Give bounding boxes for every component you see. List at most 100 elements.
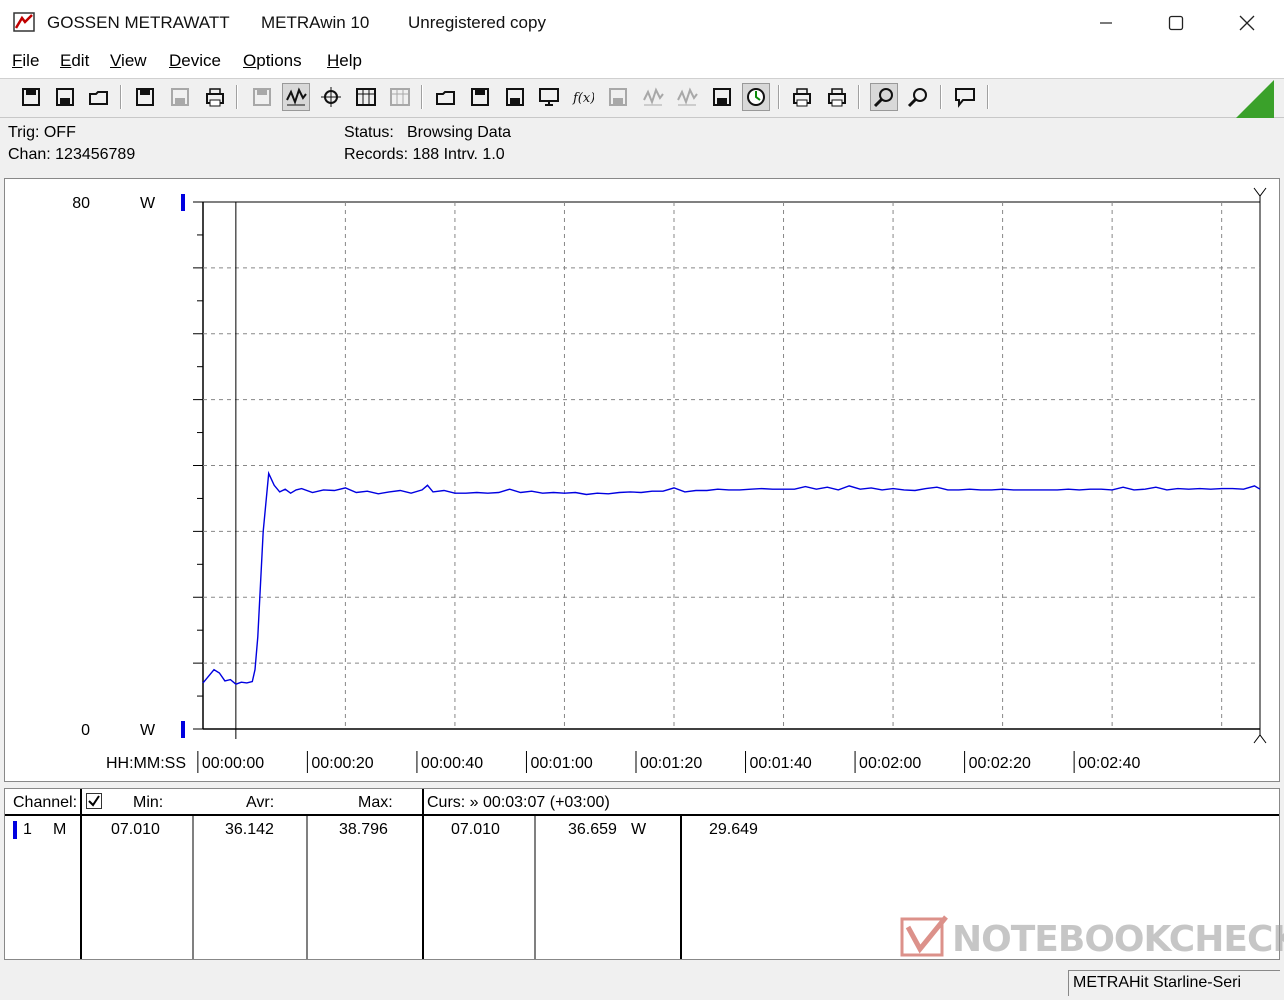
menu-edit-label: dit — [71, 51, 90, 70]
row-max: 38.796 — [339, 821, 388, 838]
series-line-1 — [202, 470, 1261, 685]
menu-file-accel: F — [12, 51, 23, 70]
disabled-export-icon — [171, 88, 189, 106]
save-as-button[interactable] — [51, 83, 79, 111]
crosshair-button[interactable] — [317, 83, 345, 111]
header-min: Min: — [133, 794, 164, 811]
close-button[interactable] — [1212, 0, 1282, 46]
toolbar-separator — [236, 85, 237, 109]
save-as-icon — [56, 88, 74, 106]
device-button[interactable] — [466, 83, 494, 111]
menu-options[interactable]: Options — [243, 51, 302, 71]
zoom-wave-button[interactable] — [870, 83, 898, 111]
save-icon — [22, 88, 40, 106]
measure-button[interactable] — [708, 83, 736, 111]
menu-device-label: evice — [181, 51, 221, 70]
measure-icon — [713, 88, 731, 106]
disabled-memory-button[interactable] — [604, 83, 632, 111]
row-cursor2: 36.659 — [568, 821, 617, 838]
x-tick-label: 00:02:20 — [969, 755, 1031, 772]
disabled-wave2-button[interactable] — [673, 83, 701, 111]
function-icon: f(x) — [572, 91, 594, 106]
settings-grid-button[interactable] — [501, 83, 529, 111]
notebookcheck-logo-icon — [900, 915, 948, 957]
menu-options-label: ptions — [256, 51, 302, 70]
row-min: 07.010 — [111, 821, 160, 838]
chart-area[interactable]: 80 W 0 W 00:00:00 00:00:20 00:00:40 00:01:00 00:… — [4, 178, 1280, 782]
status-value: Browsing Data — [407, 124, 512, 141]
row-channel-mode: M — [53, 821, 67, 838]
maximize-button[interactable] — [1141, 0, 1211, 46]
title-bar: GOSSEN METRAWATT METRAwin 10 Unregistere… — [0, 0, 1284, 46]
row-cursor1: 07.010 — [451, 821, 500, 838]
monitor-icon — [539, 88, 559, 106]
monitor-button[interactable] — [535, 83, 563, 111]
print-setup-icon — [206, 88, 224, 107]
row-cursor-diff: 29.649 — [709, 821, 758, 838]
status-bar: METRAHit Starline-Seri — [0, 964, 1284, 1000]
clock-button[interactable] — [742, 83, 770, 111]
y-min-unit: W — [140, 722, 156, 739]
function-button[interactable]: f(x) — [569, 83, 597, 111]
toolbar-separator — [858, 85, 859, 109]
cursor-bottom-marker — [1253, 729, 1267, 744]
disabled-table-icon — [390, 88, 410, 106]
header-avr: Avr: — [246, 794, 275, 811]
message-button[interactable] — [951, 83, 979, 111]
records-status: Records: 188 Intrv. 1.0 — [344, 146, 505, 163]
toolbar-separator — [120, 85, 121, 109]
x-tick-label: 00:01:00 — [530, 755, 592, 772]
crosshair-icon — [321, 87, 341, 107]
export-button[interactable] — [131, 83, 159, 111]
menu-file[interactable]: File — [12, 51, 39, 71]
print2-icon — [828, 88, 846, 107]
menu-bar: File Edit View Device Options Help — [0, 46, 1284, 79]
transfer-button[interactable] — [432, 83, 460, 111]
corner-accent-icon — [1236, 80, 1274, 118]
print-icon — [793, 88, 811, 107]
x-tick-label: 00:00:20 — [311, 755, 373, 772]
device-status: METRAHit Starline-Seri — [1068, 970, 1280, 996]
waveform-view-button[interactable] — [282, 83, 310, 111]
x-axis-label: HH:MM:SS — [106, 755, 186, 772]
menu-device[interactable]: Device — [169, 51, 221, 71]
menu-help-accel: H — [327, 51, 340, 70]
menu-help[interactable]: Help — [327, 51, 362, 71]
save-button[interactable] — [17, 83, 45, 111]
minimize-icon — [1100, 22, 1112, 24]
zoom-fit-icon — [907, 88, 927, 108]
trigger-status: Trig: OFF — [8, 124, 76, 141]
row-unit: W — [631, 821, 647, 838]
disabled-wave2-icon — [677, 87, 698, 106]
disabled-wave-icon — [643, 87, 664, 106]
disabled-wave-button[interactable] — [639, 83, 667, 111]
menu-help-label: elp — [339, 51, 362, 70]
print2-button[interactable] — [823, 83, 851, 111]
toolbar-separator — [778, 85, 779, 109]
header-channel: Channel: — [13, 794, 78, 811]
app-icon — [13, 12, 35, 32]
menu-view-accel: V — [110, 51, 122, 70]
channel-checkbox[interactable] — [86, 793, 102, 809]
menu-view-label: iew — [121, 51, 147, 70]
toolbar: f(x) — [0, 79, 1284, 118]
chart-svg[interactable]: 80 W 0 W 00:00:00 00:00:20 00:00:40 00:01:00 00:… — [5, 179, 1279, 781]
export-icon — [136, 88, 154, 106]
x-tick-label: 00:01:40 — [750, 755, 812, 772]
zoom-fit-button[interactable] — [904, 83, 932, 111]
menu-file-label: ile — [22, 51, 40, 70]
open-button[interactable] — [85, 83, 113, 111]
menu-view[interactable]: View — [110, 51, 147, 71]
disabled-list-button[interactable] — [248, 83, 276, 111]
maximize-icon — [1168, 15, 1184, 31]
x-tick-label: 00:01:20 — [640, 755, 702, 772]
disabled-table-button[interactable] — [386, 83, 414, 111]
table-view-button[interactable] — [352, 83, 380, 111]
menu-edit[interactable]: Edit — [60, 51, 89, 71]
disabled-export-button[interactable] — [166, 83, 194, 111]
print-setup-button[interactable] — [201, 83, 229, 111]
minimize-button[interactable] — [1071, 0, 1141, 46]
print-button[interactable] — [788, 83, 816, 111]
x-tick-label: 00:00:00 — [202, 755, 264, 772]
watermark: NOTEBOOKCHECK — [900, 915, 1284, 963]
